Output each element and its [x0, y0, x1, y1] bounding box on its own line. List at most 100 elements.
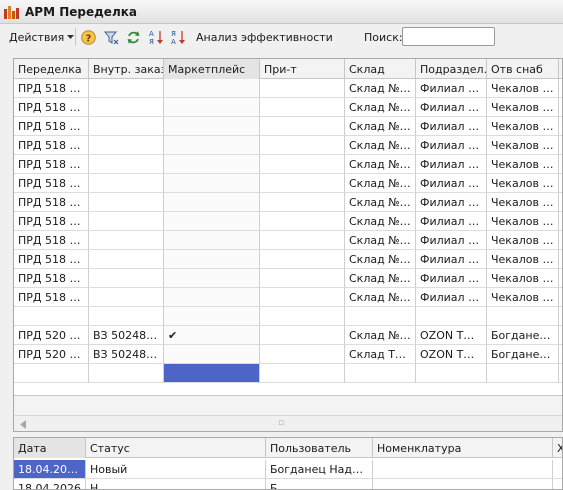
filter-button[interactable] — [104, 29, 119, 45]
table-cell[interactable]: Склад №8 ... — [345, 231, 416, 250]
table-cell[interactable]: Филиал №... — [416, 193, 487, 212]
table-cell[interactable] — [260, 269, 345, 288]
table-cell[interactable]: ПРД 520 от... — [14, 345, 89, 364]
table-cell[interactable]: ПРД 518 от... — [14, 269, 89, 288]
table-cell[interactable] — [164, 212, 260, 231]
table-cell[interactable] — [559, 231, 562, 250]
table-cell[interactable]: Чекалов А... — [487, 136, 559, 155]
table-cell[interactable] — [559, 307, 562, 326]
table-cell[interactable] — [416, 307, 487, 326]
table-cell[interactable]: Чекалов А... — [487, 193, 559, 212]
table-cell[interactable] — [89, 193, 164, 212]
table-cell[interactable]: Богданец Надежд... — [266, 460, 373, 479]
column-header[interactable]: С — [559, 59, 562, 79]
table-cell[interactable] — [260, 155, 345, 174]
table-cell[interactable] — [559, 155, 562, 174]
table-cell[interactable]: Склад №8 ... — [345, 98, 416, 117]
table-cell[interactable] — [89, 288, 164, 307]
table-cell[interactable]: Филиал №... — [416, 250, 487, 269]
table-cell[interactable]: Филиал №... — [416, 117, 487, 136]
table-cell[interactable]: Чекалов А... — [487, 79, 559, 98]
table-cell[interactable] — [89, 174, 164, 193]
table-cell[interactable]: Склад №8 ... — [345, 155, 416, 174]
table-cell[interactable] — [559, 136, 562, 155]
table-cell[interactable]: ПРД 518 от... — [14, 193, 89, 212]
table-cell[interactable] — [559, 98, 562, 117]
table-cell[interactable]: ПРД 518 от... — [14, 155, 89, 174]
horizontal-scrollbar[interactable]: ▫ — [14, 415, 562, 431]
column-header[interactable]: Отв снаб — [487, 59, 559, 79]
table-cell[interactable] — [559, 269, 562, 288]
table-cell[interactable]: Филиал №... — [416, 98, 487, 117]
table-cell[interactable] — [559, 117, 562, 136]
table-cell[interactable]: Склад №1 ... — [345, 326, 416, 345]
table-cell[interactable]: Склад №8 ... — [345, 174, 416, 193]
table-cell[interactable] — [260, 231, 345, 250]
table-cell[interactable]: Филиал №... — [416, 136, 487, 155]
analysis-button[interactable]: Анализ эффективности — [196, 29, 333, 45]
table-cell[interactable] — [260, 136, 345, 155]
table-cell[interactable]: Чекалов А... — [487, 98, 559, 117]
table-cell[interactable]: Склад №8 ... — [345, 79, 416, 98]
column-header[interactable]: Внутр. заказ — [89, 59, 164, 79]
table-cell[interactable] — [14, 307, 89, 326]
table-row[interactable]: ПРД 518 от... Склад №8 ... Филиал №... Чека… — [14, 79, 562, 98]
table-cell[interactable]: ПРД 518 от... — [14, 212, 89, 231]
table-cell[interactable]: Филиал №... — [416, 155, 487, 174]
table-cell[interactable]: ПРД 518 от... — [14, 79, 89, 98]
table-cell[interactable] — [260, 98, 345, 117]
table-cell[interactable] — [89, 98, 164, 117]
table-cell[interactable]: Склад №8 ... — [345, 269, 416, 288]
help-button[interactable]: ? — [81, 29, 96, 45]
table-row[interactable]: ПРД 518 от... Склад №8 ... Филиал №... Чека… — [14, 193, 562, 212]
column-header[interactable]: Пользователь — [266, 438, 373, 458]
table-row[interactable] — [14, 364, 562, 383]
table-cell[interactable] — [487, 364, 559, 383]
table-row[interactable]: ПРД 518 от... Склад №8 ... Филиал №... Чека… — [14, 155, 562, 174]
column-header[interactable]: Х — [553, 438, 562, 458]
table-cell[interactable] — [373, 460, 553, 479]
table-cell[interactable]: ПРД 518 от... — [14, 136, 89, 155]
table-cell[interactable] — [260, 288, 345, 307]
table-cell[interactable]: Склад №8 ... — [345, 136, 416, 155]
table-cell[interactable]: Склад №8 ... — [345, 117, 416, 136]
table-cell[interactable] — [89, 269, 164, 288]
column-header[interactable]: Переделка — [14, 59, 89, 79]
table-cell[interactable] — [164, 364, 260, 383]
table-cell[interactable]: ПРД 518 от... — [14, 231, 89, 250]
search-input[interactable] — [402, 27, 495, 46]
table-cell[interactable] — [260, 364, 345, 383]
table-cell[interactable]: Филиал №... — [416, 288, 487, 307]
table-cell[interactable] — [559, 193, 562, 212]
table-cell[interactable] — [164, 155, 260, 174]
table-cell[interactable] — [164, 269, 260, 288]
table-cell[interactable]: Новый — [86, 460, 266, 479]
table-cell[interactable]: ✔ — [164, 326, 260, 345]
table-cell[interactable] — [416, 364, 487, 383]
table-cell[interactable]: Филиал №... — [416, 231, 487, 250]
table-row[interactable]: ПРД 518 от... Склад №8 ... Филиал №... Чека… — [14, 174, 562, 193]
table-cell[interactable] — [487, 307, 559, 326]
table-cell[interactable]: Филиал №... — [416, 212, 487, 231]
table-cell[interactable] — [89, 117, 164, 136]
table-row[interactable]: ПРД 518 от... Склад №8 ... Филиал №... Чека… — [14, 136, 562, 155]
table-cell[interactable]: Чекалов А... — [487, 269, 559, 288]
table-cell[interactable]: Склад №8 ... — [345, 193, 416, 212]
table-cell[interactable] — [89, 155, 164, 174]
table-cell[interactable] — [164, 288, 260, 307]
table-cell[interactable] — [345, 364, 416, 383]
table-cell[interactable] — [164, 345, 260, 364]
table-row[interactable]: ПРД 520 от... ВЗ 50248 о... ✔ Склад №1 ... O… — [14, 326, 562, 345]
table-cell[interactable]: Чекалов А... — [487, 231, 559, 250]
sort-descending-button[interactable]: Я A — [171, 29, 186, 45]
table-cell[interactable]: Склад №8 ... — [345, 250, 416, 269]
table-cell[interactable] — [89, 231, 164, 250]
table-cell[interactable]: 18.04.2026 ... — [14, 460, 86, 479]
table-cell[interactable] — [260, 174, 345, 193]
table-cell[interactable] — [559, 250, 562, 269]
table-cell[interactable] — [260, 250, 345, 269]
table-cell[interactable]: Богданец ... — [487, 326, 559, 345]
table-row[interactable]: ПРД 518 от... Склад №8 ... Филиал №... Чека… — [14, 231, 562, 250]
table-cell[interactable]: ПРД 518 от... — [14, 98, 89, 117]
table-cell[interactable] — [164, 79, 260, 98]
